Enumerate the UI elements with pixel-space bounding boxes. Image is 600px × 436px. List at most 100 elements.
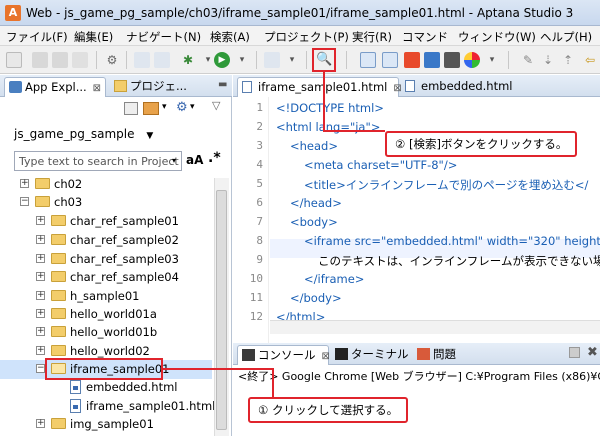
expand-icon[interactable]: + [36,216,45,225]
tree-item-embedded-html[interactable]: embedded.html [0,378,212,397]
deploy-dropdown-icon[interactable]: ▾ [284,52,300,68]
menu-search[interactable]: 検索(A) [210,29,250,45]
next-annotation-icon[interactable]: ⇣ [540,52,556,68]
code-line[interactable]: <title>インラインフレームで別のページを埋め込む</ [304,177,588,193]
code-line[interactable]: </body> [290,291,342,305]
callout-connector [323,130,385,132]
new-icon[interactable] [6,52,22,68]
tree-item-hello-world01a[interactable]: + hello_world01a [0,305,212,324]
run-dropdown-icon[interactable]: ▾ [234,52,250,68]
code-line[interactable]: このテキストは、インラインフレームが表示できない場 [318,253,600,269]
expand-icon[interactable]: + [36,272,45,281]
expand-icon[interactable]: + [36,235,45,244]
tree-item-hello-world01b[interactable]: + hello_world01b [0,323,212,342]
minimize-icon[interactable]: ▬ [218,79,227,90]
code-line[interactable]: <body> [290,215,338,229]
settings-dropdown-icon[interactable]: ▾ [190,102,195,112]
collapse-icon[interactable]: − [36,364,45,373]
expand-icon[interactable]: + [36,346,45,355]
collapse-all-icon[interactable] [124,102,138,115]
tree-item-ch02[interactable]: + ch02 [0,175,212,194]
folder-icon [51,308,66,319]
web-perspective-icon[interactable] [360,52,376,68]
tree-item-img-sample01[interactable]: + img_sample01 [0,415,212,434]
project-selector[interactable]: js_game_pg_sample ▼ [14,127,153,141]
view-menu-icon[interactable]: ▽ [212,99,220,112]
toggle-mark-icon[interactable]: ✎ [520,52,536,68]
save-icon[interactable] [32,52,48,68]
prev-annotation-icon[interactable]: ⇡ [560,52,576,68]
settings-gear-icon[interactable]: ⚙ [176,100,188,115]
tab-console[interactable]: コンソール ⊠ [237,345,330,365]
editor-horizontal-scrollbar[interactable] [270,320,600,334]
menu-navigate[interactable]: ナビゲート(N) [126,29,201,45]
code-line[interactable]: <iframe src="embedded.html" width="320" … [304,234,600,248]
menu-help[interactable]: ヘルプ(H) [540,29,592,45]
remove-launch-icon[interactable]: ✖ [587,345,598,360]
folder-icon [51,271,66,282]
menu-project[interactable]: プロジェクト(P) [264,29,349,45]
tree-item-ch03[interactable]: − ch03 [0,193,212,212]
menu-file[interactable]: ファイル(F) [6,29,68,45]
project-menu-icon[interactable] [143,102,159,115]
code-line[interactable]: </iframe> [304,272,364,286]
tab-project[interactable]: プロジェ... [110,77,214,97]
tree-item-char-ref-sample01[interactable]: + char_ref_sample01 [0,212,212,231]
expand-icon[interactable]: + [36,419,45,428]
app-explorer-perspective-icon[interactable] [382,52,398,68]
terminal-icon[interactable] [444,52,460,68]
tab-embedded-html[interactable]: embedded.html [401,77,525,97]
save-all-icon[interactable] [52,52,68,68]
expand-icon[interactable]: + [36,309,45,318]
print-icon[interactable] [72,52,88,68]
deploy-icon[interactable] [264,52,280,68]
project-icon [114,80,127,92]
tree-item-char-ref-sample04[interactable]: + char_ref_sample04 [0,268,212,287]
collapse-icon[interactable]: − [20,197,29,206]
open-type-icon[interactable] [134,52,150,68]
browser-icon[interactable] [424,52,440,68]
tab-problems[interactable]: 問題 [413,345,471,365]
tab-iframe-sample01-html[interactable]: iframe_sample01.html⊠ [237,77,402,97]
debug-icon[interactable]: ✱ [180,52,196,68]
menu-window[interactable]: ウィンドウ(W) [458,29,536,45]
terminate-icon[interactable] [569,347,580,358]
expand-icon[interactable]: + [20,179,29,188]
expand-icon[interactable]: + [36,327,45,336]
expand-icon[interactable]: + [36,254,45,263]
menu-run[interactable]: 実行(R) [352,29,392,45]
project-menu-dropdown-icon[interactable]: ▾ [162,102,167,112]
run-icon[interactable]: ▶ [214,52,230,68]
tab-app-explorer[interactable]: App Expl... ⊠ [4,77,106,97]
case-sensitive-button[interactable]: aA [186,153,203,167]
expand-icon[interactable]: + [36,291,45,300]
tree-scrollbar-thumb[interactable] [216,190,227,430]
tab-terminal[interactable]: ターミナル [331,345,413,365]
tree-item-iframe-sample01-html[interactable]: iframe_sample01.html [0,397,215,416]
code-line[interactable]: <head> [290,139,338,153]
html-icon[interactable] [404,52,420,68]
menu-edit[interactable]: 編集(E) [74,29,113,45]
theme-dropdown-icon[interactable]: ▾ [484,52,500,68]
tree-item-char-ref-sample03[interactable]: + char_ref_sample03 [0,250,212,269]
line-number: 11 [249,291,263,304]
line-number: 8 [256,234,263,247]
tree-item-h-sample01[interactable]: + h_sample01 [0,287,212,306]
code-line[interactable]: <meta charset="UTF-8"/> [304,158,457,172]
close-icon[interactable]: ⊠ [322,351,330,362]
close-icon[interactable]: ⊠ [93,83,101,94]
tree-item-char-ref-sample02[interactable]: + char_ref_sample02 [0,231,212,250]
project-search-input[interactable]: Type text to search in Project [14,151,182,171]
search-dropdown-icon[interactable]: ▾ [172,156,176,165]
code-line[interactable]: <!DOCTYPE html> [276,101,384,115]
settings-gear-icon[interactable]: ⚙ [104,52,120,68]
regex-button[interactable]: .* [208,150,221,166]
menu-commands[interactable]: コマンド [402,29,448,45]
code-line[interactable]: </head> [290,196,342,210]
line-number: 6 [256,196,263,209]
back-icon[interactable]: ⇦ [582,52,598,68]
open-resource-icon[interactable] [154,52,170,68]
callout-step-2: ② [検索]ボタンをクリックする。 [385,131,578,157]
color-theme-icon[interactable] [464,52,480,68]
line-number: 9 [256,253,263,266]
